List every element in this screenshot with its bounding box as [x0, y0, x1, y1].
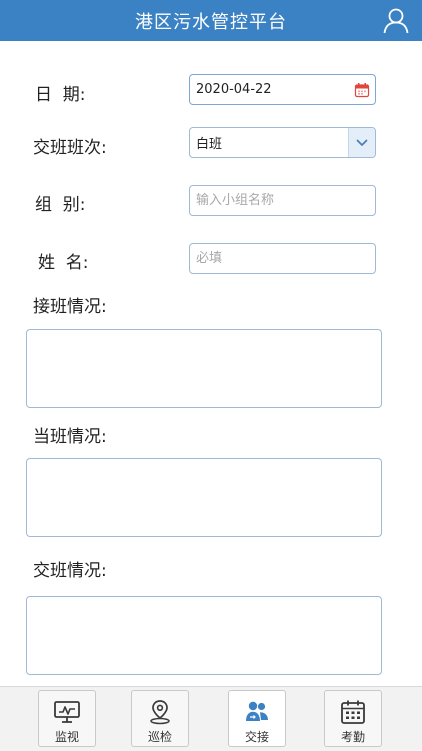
- current-label: 当班情况:: [33, 427, 107, 447]
- bottom-tab-bar: 监视 巡检 交接 考勤: [0, 686, 422, 751]
- shift-dropdown-button[interactable]: [348, 128, 375, 157]
- date-label: 日 期:: [35, 85, 86, 105]
- group-input[interactable]: [196, 186, 375, 215]
- tab-patrol[interactable]: 巡检: [131, 690, 189, 747]
- date-field[interactable]: 2020-04-22: [189, 74, 376, 105]
- tab-patrol-label: 巡检: [147, 730, 172, 744]
- attendance-calendar-icon: [341, 700, 365, 724]
- shift-label: 交班班次:: [33, 138, 107, 158]
- handover-textarea[interactable]: [27, 597, 381, 674]
- handover-label: 交班情况:: [33, 561, 107, 581]
- name-input[interactable]: [196, 244, 375, 273]
- handover-box[interactable]: [26, 596, 382, 675]
- tab-monitor[interactable]: 监视: [38, 690, 96, 747]
- tab-handover-label: 交接: [244, 730, 269, 744]
- calendar-button[interactable]: [349, 75, 375, 104]
- tab-handover[interactable]: 交接: [228, 690, 286, 747]
- shift-value: 白班: [196, 137, 223, 152]
- name-label: 姓 名:: [38, 253, 89, 273]
- current-box[interactable]: [26, 458, 382, 537]
- monitor-icon: [54, 701, 80, 723]
- date-value: 2020-04-22: [196, 82, 272, 97]
- tab-attendance[interactable]: 考勤: [324, 690, 382, 747]
- shift-select[interactable]: 白班: [189, 127, 376, 158]
- tab-monitor-label: 监视: [54, 730, 79, 744]
- chevron-down-icon: [356, 139, 368, 146]
- page-title: 港区污水管控平台: [135, 11, 287, 33]
- current-textarea[interactable]: [27, 459, 381, 536]
- takeover-label: 接班情况:: [33, 297, 107, 317]
- calendar-icon: [354, 82, 370, 97]
- user-icon: [383, 8, 409, 34]
- user-button[interactable]: [380, 4, 412, 36]
- group-label: 组 别:: [35, 195, 86, 215]
- takeover-textarea[interactable]: [27, 330, 381, 407]
- location-pin-icon: [150, 700, 170, 725]
- handover-users-icon: [246, 701, 268, 721]
- app-header: 港区污水管控平台: [0, 0, 422, 41]
- takeover-box[interactable]: [26, 329, 382, 408]
- tab-attendance-label: 考勤: [340, 730, 365, 744]
- group-field[interactable]: [189, 185, 376, 216]
- name-field[interactable]: [189, 243, 376, 274]
